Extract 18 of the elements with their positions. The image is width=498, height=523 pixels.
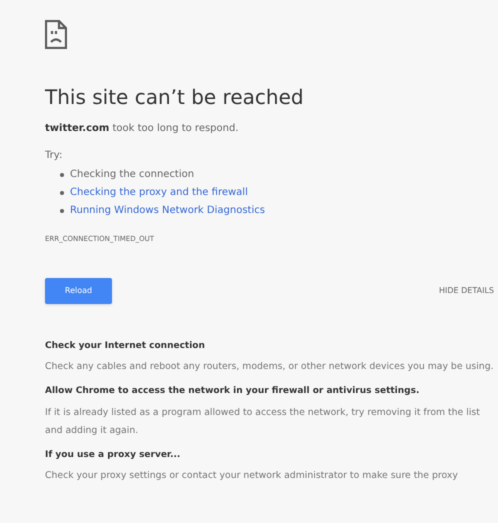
section-heading: If you use a proxy server... bbox=[45, 448, 182, 462]
section-text: Check your proxy settings or contact your network administrator to make sure the proxy bbox=[45, 469, 459, 483]
suggestion-link[interactable]: Running Windows Network Diagnostics bbox=[70, 202, 265, 220]
suggestion-text: Checking the connection bbox=[70, 168, 194, 182]
section-heading: Allow Chrome to access the network in your firewall or antivirus settings. bbox=[45, 385, 420, 398]
suggestion-link[interactable]: Checking the proxy and the firewall bbox=[70, 184, 248, 202]
section-text: If it is already listed as a program allowed to access the network, try removing it from the list and adding it again. bbox=[45, 406, 481, 438]
hide-details-button[interactable]: HIDE DETAILS bbox=[439, 284, 494, 296]
page-title: This site can’t be reached bbox=[45, 85, 305, 109]
try-label: Try: bbox=[45, 149, 64, 163]
error-message: twitter.com took too long to respond. bbox=[45, 122, 240, 136]
section-text: Check any cables and reboot any routers, modems, or other network devices you may be using. bbox=[45, 360, 494, 374]
bullet-icon bbox=[60, 191, 64, 195]
sad-page-icon bbox=[45, 20, 67, 49]
bullet-icon bbox=[60, 173, 64, 177]
reload-button[interactable]: Reload bbox=[45, 278, 112, 304]
bullet-icon bbox=[60, 209, 64, 213]
section-heading: Check your Internet connection bbox=[45, 340, 206, 352]
